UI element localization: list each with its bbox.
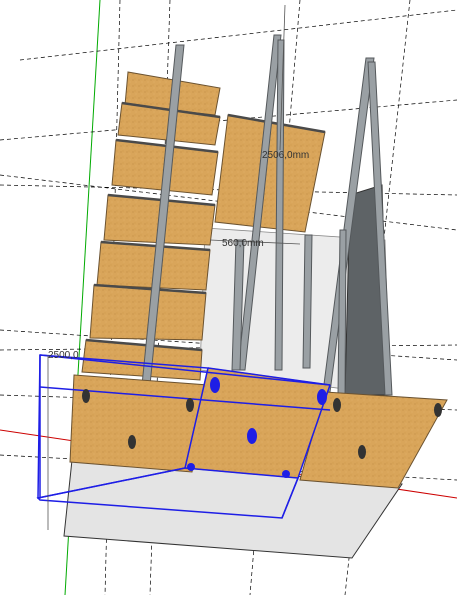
depth-dimension-label: 2506,0mm xyxy=(262,150,309,161)
model-canvas[interactable]: 2506,0mm 560,0mm 2500,0 xyxy=(0,0,457,595)
width-dimension-label: 560,0mm xyxy=(222,238,264,249)
sketchup-3d-viewport[interactable]: 2506,0mm 560,0mm 2500,0 xyxy=(0,0,457,595)
height-dimension-label: 2500,0 xyxy=(48,350,79,361)
